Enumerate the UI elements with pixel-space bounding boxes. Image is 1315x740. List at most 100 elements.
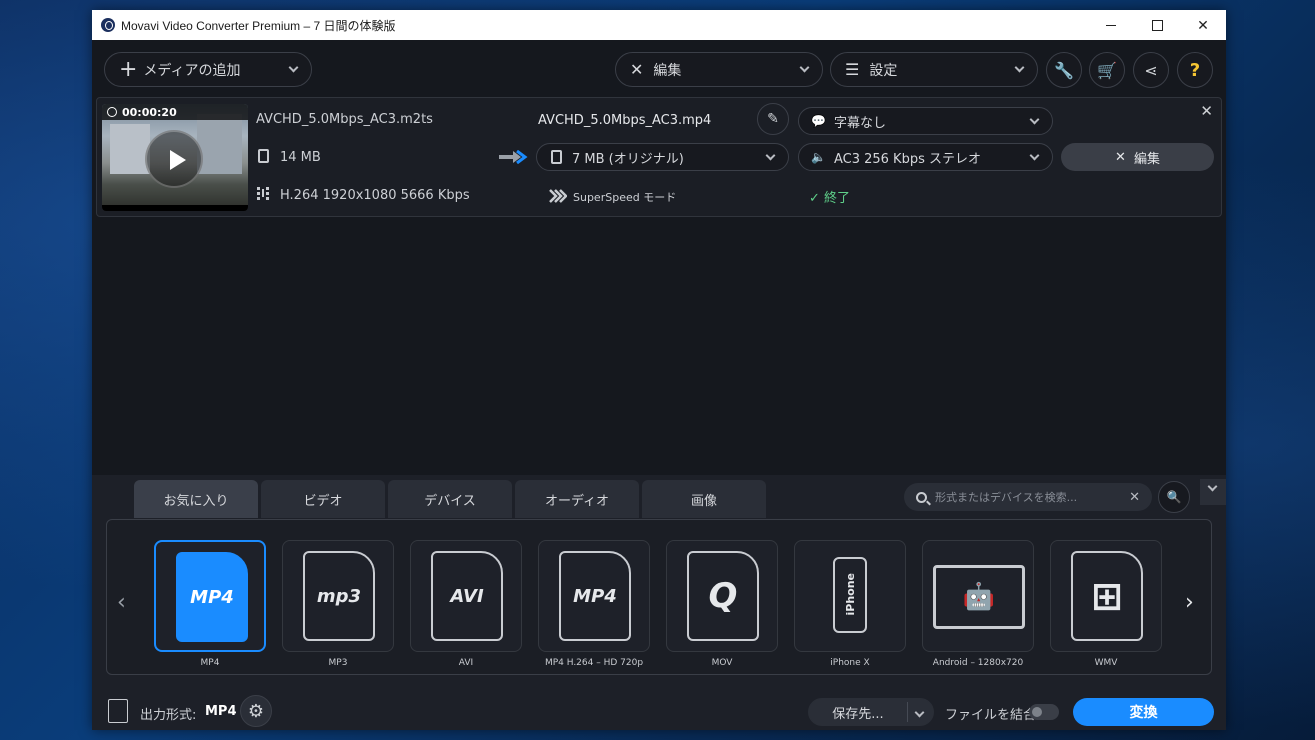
chevron-down-icon (914, 707, 925, 717)
android-tablet-icon: 🤖 (933, 565, 1025, 629)
output-size-dropdown[interactable]: 7 MB (オリジナル) (536, 143, 789, 171)
preset-mp4-hd[interactable]: MP4 (538, 540, 650, 652)
output-filename[interactable]: AVCHD_5.0Mbps_AC3.mp4 (538, 113, 711, 128)
preset-label: MOV (711, 658, 733, 668)
edit-menu-label: 編集 (653, 62, 682, 79)
preset-android[interactable]: 🤖 (922, 540, 1034, 652)
preset-avi[interactable]: AVI (410, 540, 522, 652)
tools-icon: ✕ (1115, 149, 1126, 165)
file-icon (551, 150, 562, 164)
rename-pencil-icon[interactable]: ✎ (757, 103, 789, 135)
thumbnail-scene (197, 114, 242, 174)
search-icon (916, 491, 927, 503)
quicktime-icon: Q (687, 551, 759, 641)
video-thumbnail[interactable]: 00:00:20 (102, 104, 248, 211)
file-edit-label: 編集 (1133, 151, 1160, 167)
status-label: 終了 (824, 191, 851, 206)
file-item[interactable]: 00:00:20 AVCHD_5.0Mbps_AC3.m2ts 14 MB H.… (96, 97, 1222, 217)
subtitles-dropdown[interactable]: 💬 字幕なし (798, 107, 1053, 135)
source-filename: AVCHD_5.0Mbps_AC3.m2ts (256, 112, 433, 127)
maximize-button[interactable] (1134, 10, 1180, 40)
edit-menu-button[interactable]: ✕ 編集 (615, 52, 823, 87)
chevron-down-icon (1029, 150, 1040, 160)
video-codec-icon (257, 187, 269, 200)
preset-mov[interactable]: Q (666, 540, 778, 652)
format-search-input[interactable]: 形式またはデバイスを検索... ✕ (904, 483, 1152, 511)
settings-menu-label: 設定 (869, 62, 898, 79)
preset-label: Android – 1280x720 (932, 658, 1024, 668)
conversion-status: ✓ 終了 (809, 187, 850, 206)
preset-wmv[interactable]: ⊞ (1050, 540, 1162, 652)
divider (907, 702, 908, 722)
preset-mp4[interactable]: MP4 (154, 540, 266, 652)
duration: 00:00:20 (122, 106, 177, 119)
format-panel: お気に入り ビデオ デバイス オーディオ 画像 形式またはデバイスを検索... … (92, 475, 1226, 730)
audio-value: AC3 256 Kbps ステレオ (833, 151, 981, 167)
preset-carousel: ‹ › MP4 MP4 mp3 MP3 AVI AVI MP4 MP4 H.26… (106, 519, 1212, 675)
help-icon[interactable]: ? (1177, 52, 1213, 88)
iphone-icon: iPhone (833, 557, 867, 633)
preset-label: MP4 (200, 658, 220, 668)
file-edit-button[interactable]: ✕ 編集 (1061, 143, 1214, 171)
preset-iphone-x[interactable]: iPhone (794, 540, 906, 652)
close-button[interactable]: ✕ (1180, 10, 1226, 40)
merge-files-toggle[interactable] (1029, 704, 1059, 720)
add-media-label: メディアの追加 (143, 62, 241, 79)
checkmark-icon: ✓ (809, 191, 825, 206)
cart-icon[interactable]: 🛒 (1089, 52, 1125, 88)
chevron-down-icon (765, 150, 776, 160)
settings-menu-button[interactable]: ☰ 設定 (830, 52, 1038, 87)
source-size: 14 MB (280, 150, 321, 165)
title-bar: Movavi Video Converter Premium – 7 日間の体験… (92, 10, 1226, 40)
minimize-button[interactable] (1088, 10, 1134, 40)
tab-audio[interactable]: オーディオ (515, 480, 639, 518)
file-icon (258, 149, 269, 163)
prev-arrow-icon[interactable]: ‹ (117, 590, 126, 615)
output-format-label: 出力形式: (140, 708, 197, 723)
output-format-value: MP4 (205, 704, 237, 719)
tab-favorites[interactable]: お気に入り (134, 480, 258, 518)
save-to-dropdown[interactable]: 保存先... (808, 698, 934, 726)
collapse-panel-button[interactable] (1200, 479, 1226, 505)
source-video-info: H.264 1920x1080 5666 Kbps (280, 188, 470, 203)
chevron-down-icon (799, 62, 810, 73)
share-icon[interactable]: ⋖ (1133, 52, 1169, 88)
chevron-down-icon (1014, 62, 1025, 73)
add-media-button[interactable]: + メディアの追加 (104, 52, 312, 87)
convert-arrow-icon (499, 150, 528, 164)
search-placeholder: 形式またはデバイスを検索... (935, 491, 1078, 504)
preset-label: iPhone X (830, 658, 870, 668)
play-button[interactable] (145, 130, 203, 188)
convert-button[interactable]: 変換 (1073, 698, 1214, 726)
clock-icon (107, 107, 117, 117)
iphone-icon-text: iPhone (844, 573, 857, 616)
gear-icon[interactable]: ⚙ (240, 695, 272, 727)
app-logo-icon (101, 18, 115, 32)
window-title: Movavi Video Converter Premium – 7 日間の体験… (121, 18, 396, 33)
toolbar: + メディアの追加 ✕ 編集 ☰ 設定 🔧 🛒 ⋖ ? (92, 40, 1226, 98)
tab-video[interactable]: ビデオ (261, 480, 385, 518)
save-to-label: 保存先... (832, 706, 884, 722)
tools-icon: ✕ (630, 60, 644, 79)
windows-icon: ⊞ (1071, 551, 1143, 641)
chevron-down-icon (1207, 481, 1218, 492)
next-arrow-icon[interactable]: › (1185, 590, 1194, 615)
superspeed-label: SuperSpeed モード (573, 191, 677, 204)
clear-search-icon[interactable]: ✕ (1129, 490, 1140, 505)
speaker-icon: 🔈 (811, 150, 826, 164)
output-format-file-icon (108, 699, 128, 723)
avi-icon: AVI (431, 551, 503, 641)
mp4-hd-icon: MP4 (559, 551, 631, 641)
app-window: Movavi Video Converter Premium – 7 日間の体験… (92, 10, 1226, 730)
preset-mp3[interactable]: mp3 (282, 540, 394, 652)
preset-label: WMV (1094, 658, 1118, 668)
wrench-icon[interactable]: 🔧 (1046, 52, 1082, 88)
tab-devices[interactable]: デバイス (388, 480, 512, 518)
remove-file-icon[interactable]: ✕ (1200, 102, 1213, 120)
detect-device-icon[interactable]: 🔍 (1158, 481, 1190, 513)
thumbnail-bottom-bar (102, 205, 248, 211)
audio-dropdown[interactable]: 🔈 AC3 256 Kbps ステレオ (798, 143, 1053, 171)
tab-images[interactable]: 画像 (642, 480, 766, 518)
output-size: 7 MB (オリジナル) (572, 151, 684, 167)
subtitles-value: 字幕なし (833, 115, 886, 131)
